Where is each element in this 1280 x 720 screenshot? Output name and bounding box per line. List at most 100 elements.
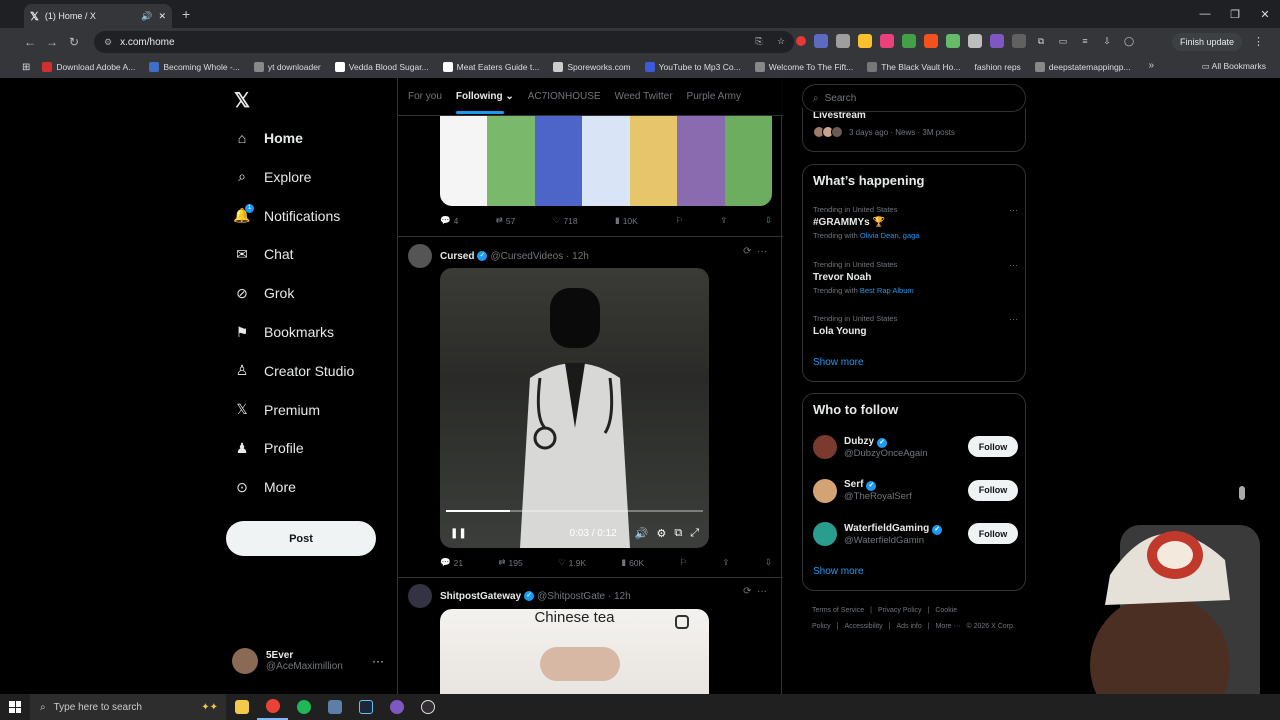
bookmark-star-icon[interactable]: ☆ bbox=[774, 34, 788, 48]
avatar[interactable] bbox=[813, 478, 837, 503]
views-button[interactable]: ▮ 10K bbox=[615, 215, 638, 226]
footer-link[interactable]: Accessibility bbox=[845, 623, 883, 630]
browser-menu-icon[interactable]: ⋮ bbox=[1253, 35, 1264, 48]
scrollbar-thumb[interactable] bbox=[1239, 486, 1245, 500]
bookmark-item[interactable]: Vedda Blood Sugar... bbox=[334, 62, 429, 72]
bookmark-item[interactable]: Meat Eaters Guide t... bbox=[442, 62, 539, 72]
views-button[interactable]: ▮ 60K bbox=[621, 557, 644, 568]
post-time[interactable]: 12h bbox=[572, 251, 589, 262]
avatar[interactable] bbox=[813, 435, 837, 459]
trend-more-icon[interactable]: ··· bbox=[1009, 260, 1018, 270]
footer-link[interactable]: Ads info bbox=[896, 623, 921, 630]
suggestion-name[interactable]: WaterfieldGaming ✓ bbox=[844, 523, 945, 535]
tab-following[interactable]: Following ⌄ bbox=[455, 91, 514, 114]
footer-link[interactable]: Terms of Service bbox=[812, 607, 864, 614]
suggestion-name[interactable]: Serf ✓ bbox=[844, 479, 912, 491]
settings-gear-icon[interactable]: ⚙ bbox=[656, 527, 666, 540]
download-icon[interactable]: ⇩ bbox=[765, 557, 772, 568]
follow-suggestion[interactable]: WaterfieldGaming ✓ @WaterfieldGamin Follow bbox=[813, 519, 1018, 549]
bookmark-item[interactable]: The Black Vault Ho... bbox=[867, 62, 960, 72]
like-button[interactable]: ♡ 1.9K bbox=[558, 557, 586, 568]
file-explorer-icon[interactable] bbox=[226, 694, 257, 720]
extension-icon[interactable] bbox=[836, 34, 850, 48]
avatar[interactable] bbox=[408, 244, 432, 268]
bookmark-item[interactable]: Download Adobe A... bbox=[42, 62, 135, 72]
bookmark-item[interactable]: YouTube to Mp3 Co... bbox=[644, 62, 741, 72]
tab-purple-army[interactable]: Purple Army bbox=[687, 91, 741, 102]
avatar[interactable] bbox=[813, 522, 837, 546]
obs-icon[interactable] bbox=[412, 694, 443, 720]
bookmark-post-icon[interactable]: ⚐ bbox=[680, 557, 688, 568]
extension-icon[interactable] bbox=[902, 34, 916, 48]
extension-icon[interactable] bbox=[814, 34, 828, 48]
install-icon[interactable]: ⎘ bbox=[752, 34, 766, 48]
footer-link[interactable]: Privacy Policy bbox=[878, 607, 922, 614]
show-more-link[interactable]: Show more bbox=[813, 357, 864, 368]
forward-icon[interactable]: → bbox=[41, 35, 63, 49]
bookmark-item[interactable]: Becoming Whole -... bbox=[149, 62, 240, 72]
reply-button[interactable]: 💬 21 bbox=[440, 557, 463, 568]
bookmark-item[interactable]: deepstatemappingp... bbox=[1034, 62, 1131, 72]
follow-button[interactable]: Follow bbox=[968, 523, 1018, 544]
sidebar-item-home[interactable]: ⌂ Home bbox=[234, 123, 303, 153]
sidebar-item-more[interactable]: ⊙ More bbox=[234, 472, 296, 502]
sidebar-item-explore[interactable]: ⌕ Explore bbox=[234, 162, 311, 192]
taskbar-search[interactable]: ⌕ Type here to search ✦✦ bbox=[30, 694, 226, 720]
trend-item[interactable]: Trending in United States #GRAMMYs 🏆 Trend… bbox=[813, 205, 1018, 240]
x-logo-icon[interactable]: 𝕏 bbox=[234, 88, 250, 113]
chrome-icon[interactable] bbox=[257, 694, 288, 720]
finish-update-button[interactable]: Finish update bbox=[1171, 33, 1242, 51]
extension-icon[interactable] bbox=[1012, 34, 1026, 48]
follow-suggestion[interactable]: Dubzy ✓ @DubzyOnceAgain Follow bbox=[813, 432, 1018, 462]
start-button[interactable] bbox=[0, 694, 30, 720]
sidebar-item-premium[interactable]: 𝕏 Premium bbox=[234, 395, 320, 425]
post-image-game-screenshots[interactable] bbox=[440, 116, 772, 206]
share-icon[interactable]: ⇪ bbox=[722, 557, 729, 568]
trend-more-icon[interactable]: ··· bbox=[1009, 314, 1018, 324]
bookmark-item[interactable]: Sporeworks.com bbox=[553, 62, 631, 72]
extension-icon[interactable] bbox=[796, 36, 806, 46]
footer-link[interactable]: © 2026 X Corp. bbox=[966, 623, 1014, 630]
trend-with-link[interactable]: Best Rap Album bbox=[860, 286, 914, 295]
reply-button[interactable]: 💬 4 bbox=[440, 215, 458, 226]
bookmark-item[interactable]: Welcome To The Fift... bbox=[754, 62, 853, 72]
avatar[interactable] bbox=[408, 584, 432, 608]
post-author-handle[interactable]: @ShitpostGate bbox=[537, 591, 605, 602]
pause-icon[interactable]: ❚❚ bbox=[450, 528, 467, 539]
sidebar-item-grok[interactable]: ⊘ Grok bbox=[234, 278, 294, 308]
extension-icon[interactable] bbox=[924, 34, 938, 48]
address-bar[interactable]: ⚙ x.com/home bbox=[94, 31, 794, 53]
sidebar-item-creator-studio[interactable]: ♙ Creator Studio bbox=[234, 356, 355, 386]
follow-button[interactable]: Follow bbox=[968, 436, 1018, 457]
tab-for-you[interactable]: For you bbox=[408, 91, 442, 102]
apps-grid-icon[interactable]: ⊞ bbox=[22, 62, 30, 73]
extension-icon[interactable] bbox=[880, 34, 894, 48]
footer-link[interactable]: More ··· bbox=[936, 623, 961, 630]
bookmark-post-icon[interactable]: ⚐ bbox=[675, 215, 683, 226]
live-event-card[interactable]: Livestream 3 days ago · News · 3M posts bbox=[802, 108, 1026, 152]
bookmark-item[interactable]: yt downloader bbox=[253, 62, 321, 72]
search-input[interactable]: ⌕ Search bbox=[802, 84, 1026, 112]
trend-with-link[interactable]: Olivia Dean, gaga bbox=[860, 231, 920, 240]
downloads-icon[interactable]: ⇩ bbox=[1100, 34, 1114, 48]
account-switcher[interactable]: 5Ever @AceMaximillion ··· bbox=[232, 648, 392, 674]
post-author-name[interactable]: Cursed bbox=[440, 251, 474, 262]
tab-weed-twitter[interactable]: Weed Twitter bbox=[615, 91, 673, 102]
post-media[interactable]: Chinese tea bbox=[440, 609, 709, 694]
spotify-icon[interactable] bbox=[288, 694, 319, 720]
app-icon[interactable] bbox=[381, 694, 412, 720]
post-button[interactable]: Post bbox=[226, 521, 376, 556]
media-control-icon[interactable]: ≡ bbox=[1078, 34, 1092, 48]
post-time[interactable]: 12h bbox=[614, 591, 631, 602]
account-more-icon[interactable]: ··· bbox=[372, 654, 384, 668]
suggestion-name[interactable]: Dubzy ✓ bbox=[844, 436, 928, 448]
side-panel-icon[interactable]: ▭ bbox=[1056, 34, 1070, 48]
pip-icon[interactable]: ⧉ bbox=[674, 527, 682, 540]
extension-icon[interactable] bbox=[990, 34, 1004, 48]
video-progress-bar[interactable] bbox=[446, 510, 703, 512]
post-author-name[interactable]: ShitpostGateway bbox=[440, 591, 521, 602]
share-icon[interactable]: ⇪ bbox=[720, 215, 727, 226]
post-more-icon[interactable]: ⟳ ··· bbox=[743, 246, 767, 257]
reload-icon[interactable]: ↻ bbox=[63, 35, 85, 49]
tab-close-icon[interactable]: ✕ bbox=[158, 11, 166, 22]
